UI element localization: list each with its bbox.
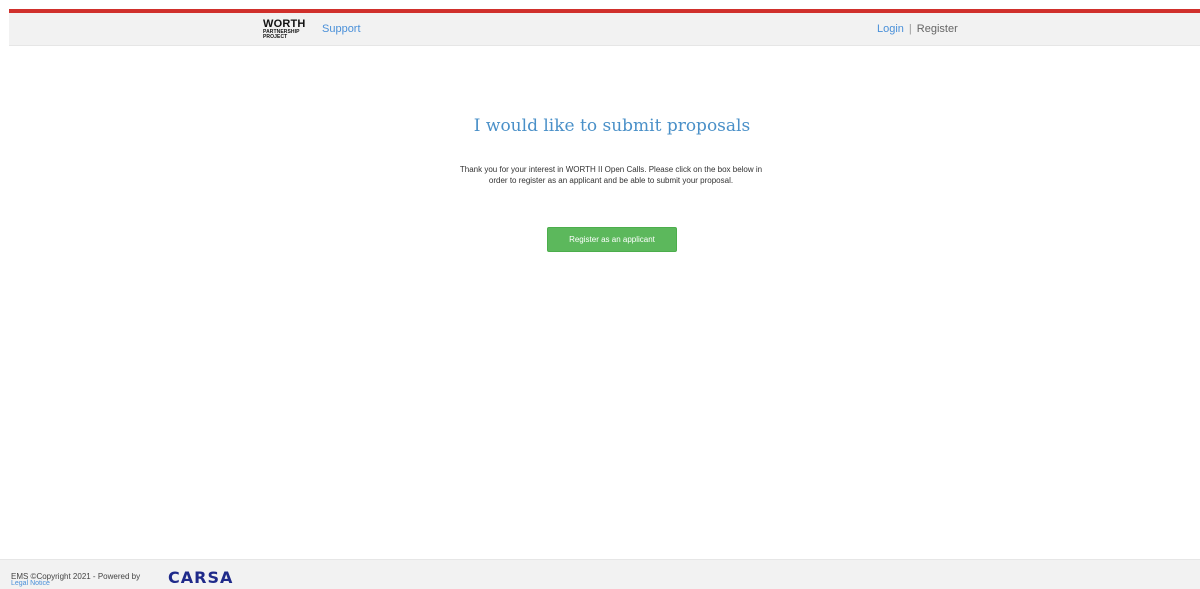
nav-support-link[interactable]: Support xyxy=(322,23,361,35)
register-applicant-button[interactable]: Register as an applicant xyxy=(547,227,677,252)
legal-notice-link[interactable]: Legal Notice xyxy=(11,580,50,587)
worth-logo[interactable]: WORTH PARTNERSHIP PROJECT xyxy=(263,19,311,43)
logo-line-1: WORTH xyxy=(263,18,306,30)
nav-auth-links: Login | Register xyxy=(877,23,958,35)
carsa-logo[interactable]: CARSA xyxy=(168,568,233,587)
intro-text: Thank you for your interest in WORTH II … xyxy=(459,165,763,185)
logo-line-3: PROJECT xyxy=(263,34,288,40)
footer: EMS ©Copyright 2021 - Powered by Legal N… xyxy=(0,559,1200,589)
nav-register-link[interactable]: Register xyxy=(917,23,958,35)
main-content: I would like to submit proposals Thank y… xyxy=(0,46,1200,559)
navbar: WORTH PARTNERSHIP PROJECT Support Login |… xyxy=(9,13,1200,46)
page-title: I would like to submit proposals xyxy=(473,116,751,136)
nav-separator: | xyxy=(908,23,912,35)
nav-login-link[interactable]: Login xyxy=(877,23,904,35)
